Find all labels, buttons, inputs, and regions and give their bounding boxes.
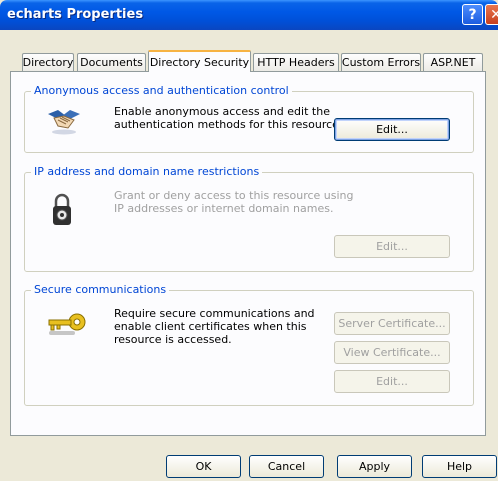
- key-icon: [48, 313, 86, 335]
- anonymous-access-legend: Anonymous access and authentication cont…: [31, 84, 292, 97]
- secure-edit-button[interactable]: Edit...: [334, 370, 450, 393]
- secure-communications-legend: Secure communications: [31, 283, 170, 296]
- padlock-icon: [53, 193, 71, 225]
- secure-desc-line2: enable client certificates when this: [114, 320, 307, 333]
- window-title: echarts Properties: [7, 7, 144, 22]
- cancel-button[interactable]: Cancel: [249, 455, 324, 478]
- help-button[interactable]: Help: [422, 455, 497, 478]
- anonymous-access-group: Anonymous access and authentication cont…: [24, 84, 474, 153]
- ip-restrictions-group: IP address and domain name restrictions …: [24, 165, 474, 272]
- anonymous-desc-line2: authentication methods for this resource…: [114, 118, 343, 131]
- anonymous-desc-line1: Enable anonymous access and edit the: [114, 105, 330, 118]
- tab-http-headers[interactable]: HTTP Headers: [253, 53, 339, 71]
- secure-desc-line3: resource is accessed.: [114, 333, 232, 346]
- ip-restrictions-legend: IP address and domain name restrictions: [31, 165, 263, 178]
- secure-communications-group: Secure communications Require secure com…: [24, 283, 474, 406]
- tab-directory[interactable]: Directory: [22, 53, 74, 71]
- tab-strip: Directory Documents Directory Security H…: [6, 50, 492, 72]
- title-bar[interactable]: echarts Properties ? ✕: [0, 0, 498, 30]
- tab-aspnet[interactable]: ASP.NET: [423, 53, 483, 71]
- tab-custom-errors[interactable]: Custom Errors: [341, 53, 421, 71]
- close-title-button[interactable]: ✕: [485, 4, 498, 25]
- ip-desc-line1: Grant or deny access to this resource us…: [114, 189, 354, 202]
- ok-button[interactable]: OK: [166, 455, 241, 478]
- view-certificate-button[interactable]: View Certificate...: [334, 341, 450, 364]
- tab-documents[interactable]: Documents: [77, 53, 146, 71]
- secure-desc-line1: Require secure communications and: [114, 307, 315, 320]
- ip-desc-line2: IP addresses or internet domain names.: [114, 202, 334, 215]
- server-certificate-button[interactable]: Server Certificate...: [334, 312, 450, 335]
- apply-button[interactable]: Apply: [337, 455, 412, 478]
- help-title-button[interactable]: ?: [462, 4, 483, 25]
- handshake-icon: [48, 110, 80, 135]
- properties-dialog: echarts Properties ? ✕ Directory Documen…: [0, 0, 498, 481]
- ip-edit-button[interactable]: Edit...: [334, 235, 450, 258]
- tab-directory-security[interactable]: Directory Security: [148, 50, 251, 72]
- anonymous-edit-button[interactable]: Edit...: [334, 118, 450, 141]
